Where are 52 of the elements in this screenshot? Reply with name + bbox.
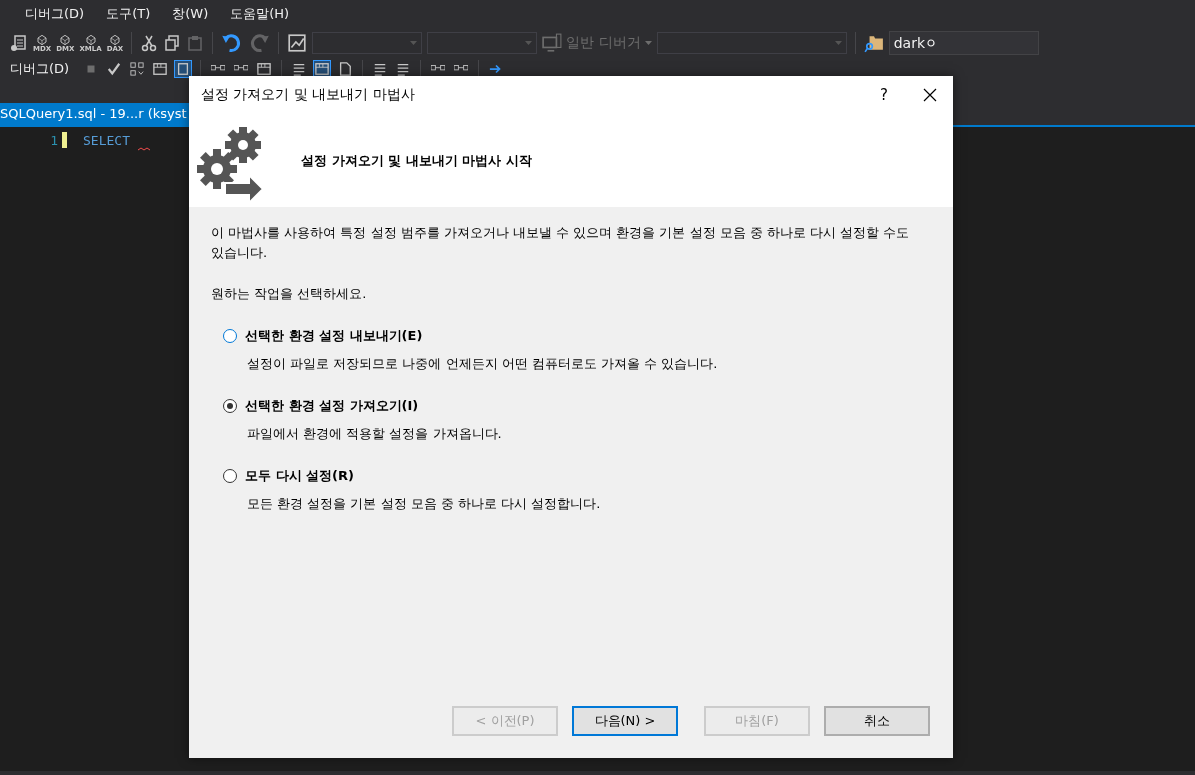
help-button[interactable]: ? [861, 76, 907, 114]
radio-button[interactable] [223, 329, 237, 343]
code-line: SELECT [83, 132, 130, 148]
option-description: 파일에서 환경에 적용할 설정을 가져옵니다. [247, 425, 503, 443]
menu-item[interactable]: 창(W) [161, 5, 220, 23]
window-title: 설정 가져오기 및 내보내기 마법사 [201, 86, 416, 104]
wizard-heading: 설정 가져오기 및 내보내기 마법사 시작 [301, 151, 532, 170]
toolbar-button[interactable] [174, 60, 193, 78]
copy-icon[interactable] [163, 34, 182, 52]
grid-icon [153, 62, 168, 76]
chart-icon[interactable] [287, 33, 308, 53]
scissors-icon[interactable] [140, 34, 159, 52]
caret-icon [525, 41, 533, 45]
folder-search-icon[interactable] [863, 33, 884, 53]
option-description: 모든 환경 설정을 기본 설정 모음 중 하나로 다시 설정합니다. [247, 495, 602, 513]
wizard-button[interactable]: 다음(N) > [572, 706, 678, 736]
document-icon[interactable] [10, 34, 28, 52]
wizard-button[interactable]: 취소 [824, 706, 930, 736]
caret-icon [644, 41, 652, 45]
option-label[interactable]: 선택한 환경 설정 내보내기(E) [245, 327, 423, 345]
window-icon [176, 62, 191, 76]
intro-text: 이 마법사를 사용하여 특정 설정 범주를 가져오거나 내보낼 수 있으며 환경을 기본 설정 모음 중 하나로 다시 설정할 수도 있습니다. [211, 224, 911, 262]
menu-item[interactable]: 디버그(D) [14, 5, 96, 23]
lines-icon [292, 62, 307, 76]
menu-item[interactable]: 도구(T) [95, 5, 162, 23]
toolbar-button[interactable] [255, 60, 274, 78]
change-marker [62, 132, 67, 148]
cursor-icon [927, 39, 936, 47]
document-tab[interactable]: SQLQuery1.sql - 19...r (ksyst [0, 103, 191, 125]
lines-icon [373, 62, 388, 76]
option-description: 설정이 파일로 저장되므로 나중에 언제든지 어떤 컴퓨터로도 가져올 수 있습니다. [247, 355, 719, 373]
grid-icon [315, 62, 330, 76]
debugger-label: 일반 디버거 [566, 34, 641, 52]
lines-icon [396, 62, 411, 76]
close-icon [923, 88, 937, 102]
search-field[interactable]: dark [888, 31, 1039, 55]
document-icon [338, 62, 353, 76]
option-label[interactable]: 선택한 환경 설정 가져오기(I) [245, 397, 419, 415]
caret-icon [834, 41, 842, 45]
toolbar-button[interactable] [151, 60, 170, 78]
caret-icon [410, 41, 418, 45]
radio-button[interactable] [223, 399, 237, 413]
prompt-text: 원하는 작업을 선택하세요. [211, 285, 368, 303]
radio-button[interactable] [223, 469, 237, 483]
menu-item[interactable]: 도움말(H) [219, 5, 301, 23]
toolbar-label: 디버그(D) [10, 60, 70, 78]
option-label[interactable]: 모두 다시 설정(R) [245, 467, 354, 485]
check-icon [107, 62, 122, 76]
tree-icon [130, 62, 145, 76]
grid-icon [257, 62, 272, 76]
line-number: 1 [49, 132, 58, 148]
error-squiggle [138, 146, 150, 151]
